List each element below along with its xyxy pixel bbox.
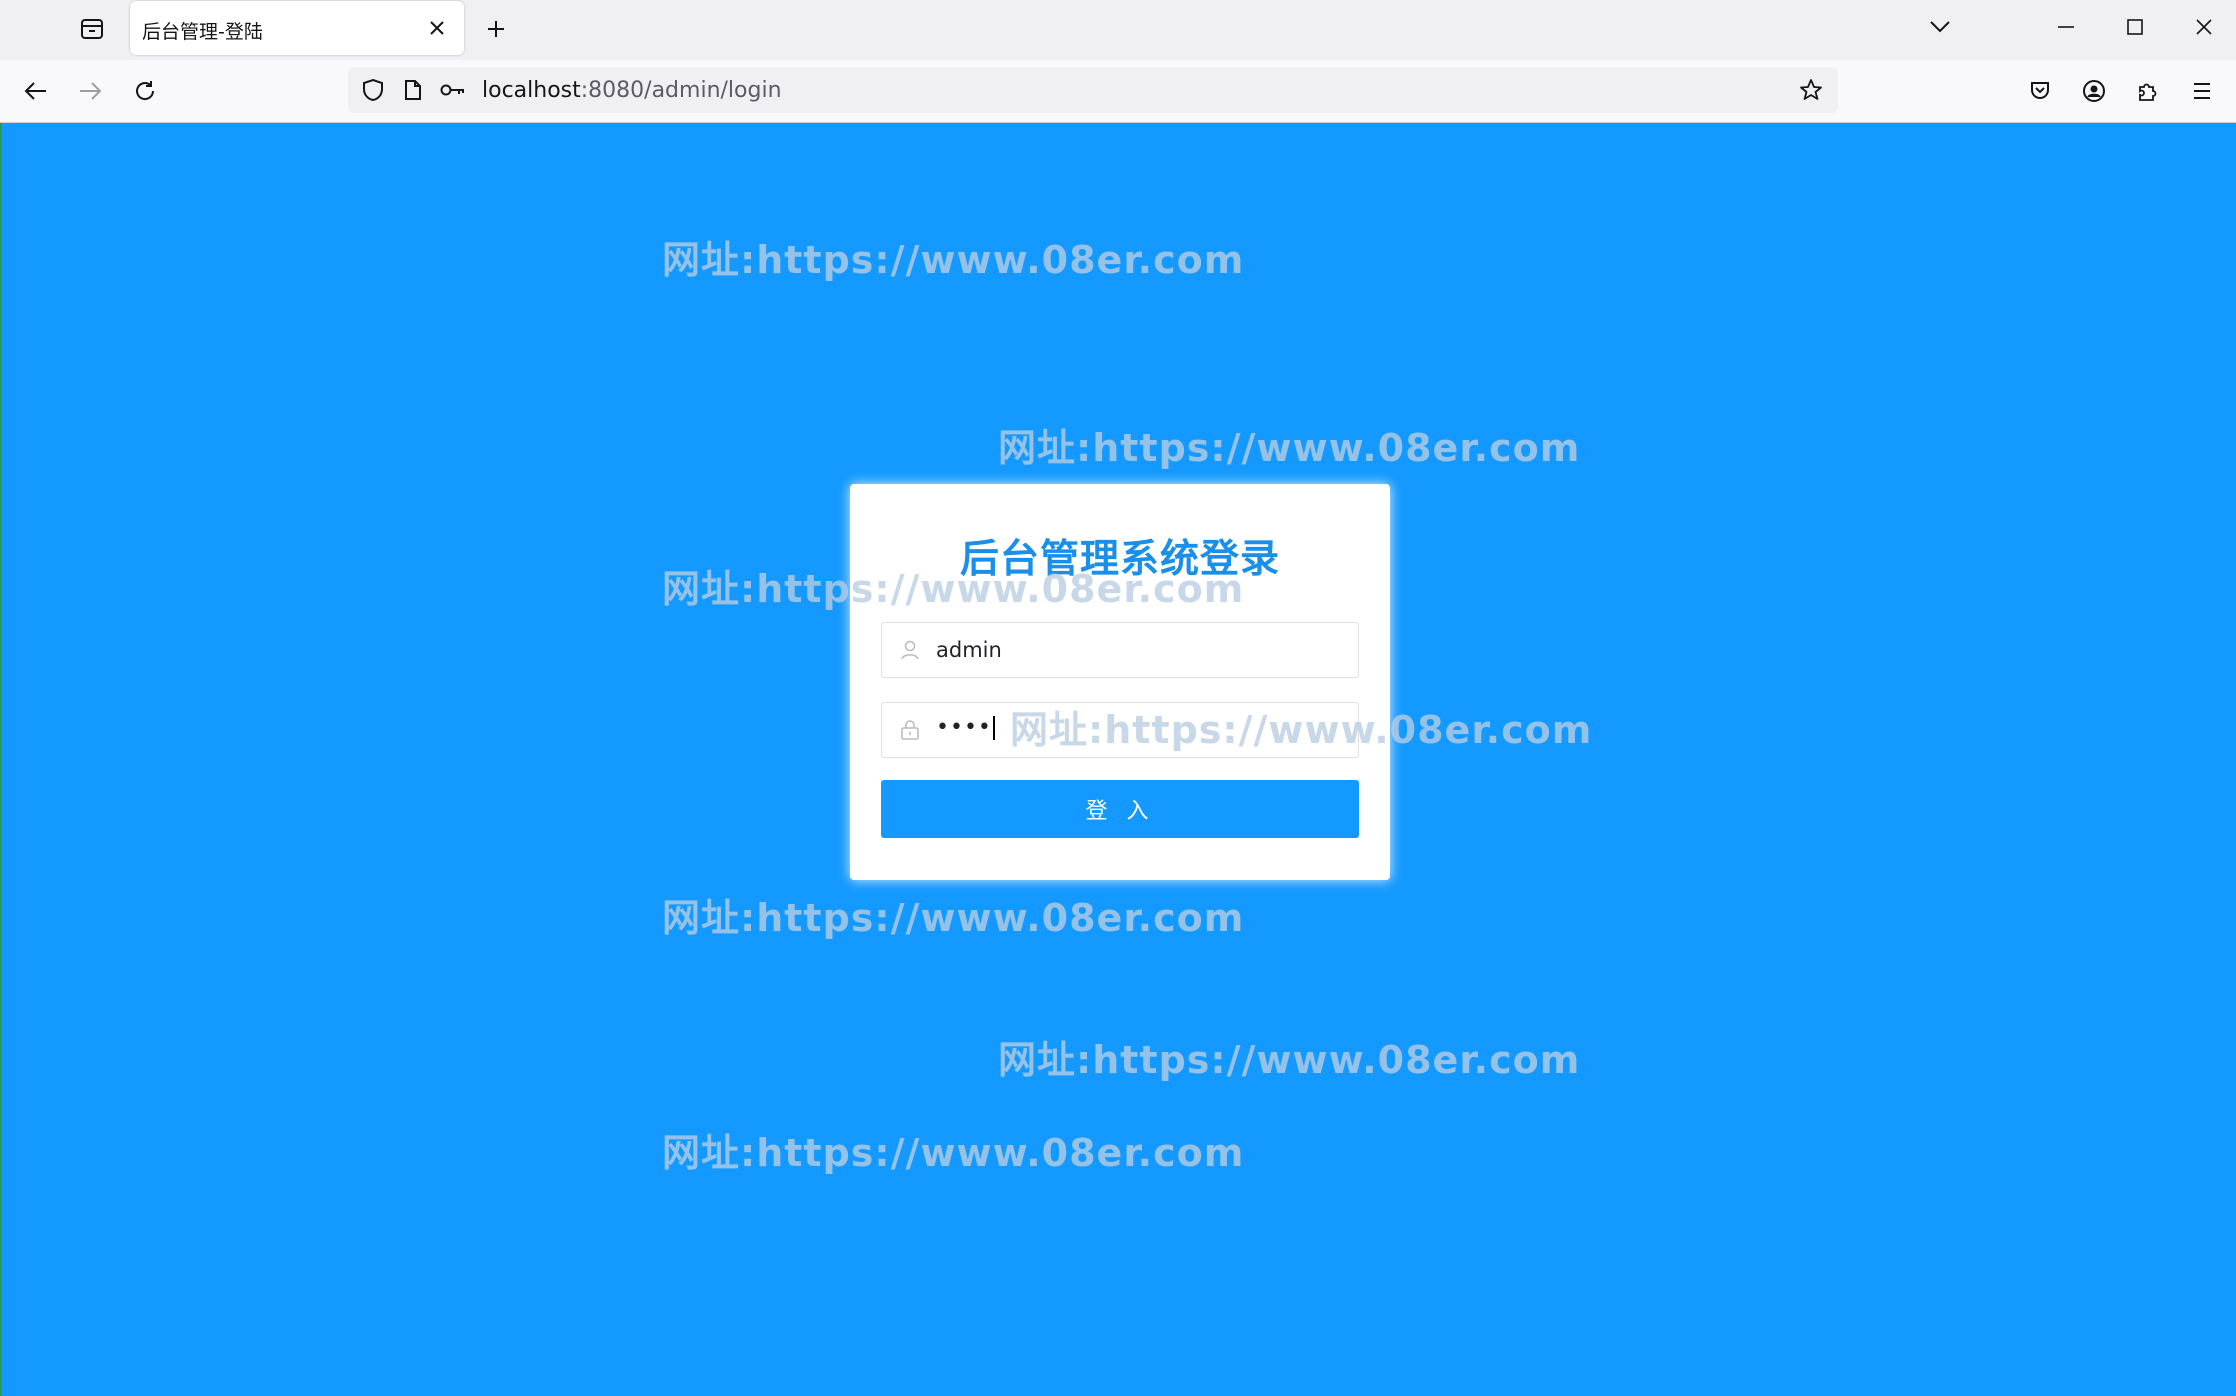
url-text[interactable]: localhost:8080/admin/login (482, 78, 782, 103)
login-card: 后台管理系统登录 admin •••• 登 入 (850, 484, 1390, 880)
maximize-icon[interactable] (2117, 10, 2153, 44)
password-value: •••• (936, 715, 995, 740)
login-button[interactable]: 登 入 (881, 780, 1359, 838)
url-host: localhost (482, 78, 581, 103)
navigation-toolbar: localhost:8080/admin/login (0, 60, 2236, 123)
star-icon[interactable] (1794, 73, 1828, 107)
arrow-left-icon[interactable] (18, 73, 54, 109)
watermark-text: 网址:https://www.08er.com (662, 238, 1245, 282)
tab-title: 后台管理-登陆 (142, 21, 263, 43)
tab-overview-icon[interactable] (72, 12, 112, 46)
browser-window: 后台管理-登陆 localhost:8080/admin/login 后台管理系… (0, 0, 2236, 1396)
minimize-icon[interactable] (2048, 10, 2084, 44)
username-value: admin (936, 638, 1002, 662)
shield-icon[interactable] (356, 73, 390, 107)
url-bar[interactable]: localhost:8080/admin/login (348, 67, 1838, 113)
login-title: 后台管理系统登录 (959, 537, 1280, 582)
watermark-text: 网址:https://www.08er.com (998, 1038, 1581, 1082)
password-dots: •••• (936, 715, 992, 740)
tab-strip: 后台管理-登陆 (0, 0, 2236, 60)
hamburger-menu-icon[interactable] (2184, 73, 2220, 109)
url-path: :8080/admin/login (580, 78, 782, 103)
puzzle-icon[interactable] (2130, 73, 2166, 109)
active-tab[interactable]: 后台管理-登陆 (130, 1, 464, 55)
close-icon[interactable] (420, 11, 454, 45)
window-edge (0, 123, 2, 1396)
key-icon[interactable] (436, 73, 470, 107)
user-icon (898, 638, 922, 662)
lock-icon (898, 718, 922, 742)
chevron-down-icon[interactable] (1922, 10, 1958, 44)
watermark-text: 网址:https://www.08er.com (662, 896, 1245, 940)
watermark-text: 网址:https://www.08er.com (998, 426, 1581, 470)
account-icon[interactable] (2076, 73, 2112, 109)
arrow-right-icon[interactable] (72, 73, 108, 109)
reload-icon[interactable] (127, 73, 163, 109)
watermark-text: 网址:https://www.08er.com (662, 1131, 1245, 1175)
pocket-icon[interactable] (2022, 73, 2058, 109)
plus-icon[interactable] (478, 12, 514, 46)
username-field[interactable]: admin (881, 622, 1359, 678)
password-field[interactable]: •••• (881, 702, 1359, 758)
page-viewport: 后台管理系统登录 admin •••• 登 入 网址:https://www.0… (0, 123, 2236, 1396)
text-caret (992, 716, 995, 740)
close-icon[interactable] (2186, 10, 2222, 44)
page-icon[interactable] (396, 73, 430, 107)
